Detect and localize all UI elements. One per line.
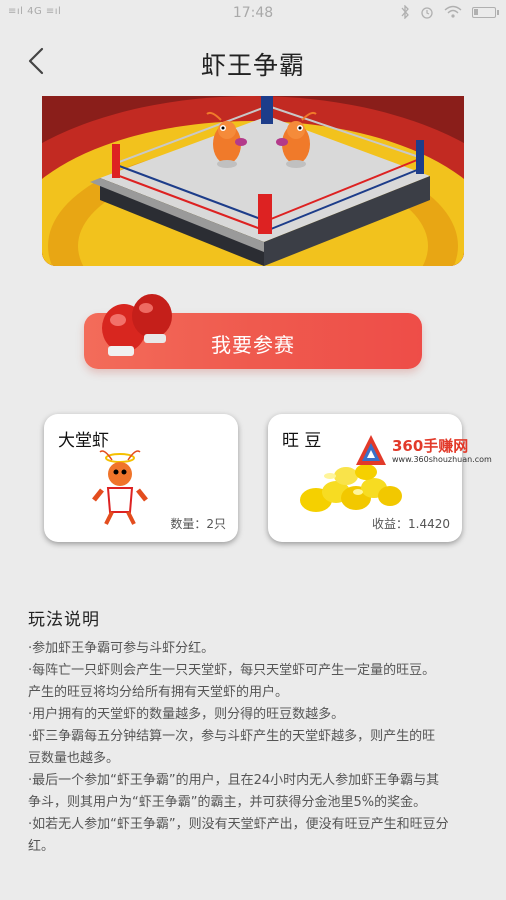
rules-line: ·虾三争霸每五分钟结算一次，参与斗虾产生的天堂虾越多，则产生的旺 (28, 729, 436, 744)
watermark-url: www.360shouzhuan.com (392, 455, 492, 464)
rules-line: ·最后一个参加“虾王争霸”的用户，且在24小时内无人参加虾王争霸与其 (28, 773, 440, 788)
watermark-title: 360手赚网 (392, 437, 469, 455)
rules-line: 红。 (28, 839, 55, 854)
rules-line: ·用户拥有的天堂虾的数量越多，则分得的旺豆数越多。 (28, 707, 345, 722)
heaven-shrimp-icon (92, 450, 148, 525)
alarm-icon (421, 7, 433, 19)
wang-beans-earnings: 收益：1.4420 (372, 517, 450, 531)
status-bar: ≡ıl 4G ≡ıl 17:48 (0, 0, 506, 28)
rules-title: 玩法说明 (28, 610, 100, 630)
rules-line: 争斗，则其用户为“虾王争霸”的霸主，并可获得分金池里5%的奖金。 (28, 795, 427, 810)
rules-line: 产生的旺豆将均分给所有拥有天堂虾的用户。 (28, 685, 289, 700)
wang-beans-title: 旺 豆 (282, 431, 322, 451)
page-title: 虾王争霸 (200, 51, 305, 80)
boxing-ring-banner (42, 96, 464, 266)
heaven-shrimp-count: 数量：2只 (170, 517, 226, 531)
status-icons (400, 5, 499, 19)
wifi-icon (444, 5, 462, 18)
rules-section: 玩法说明 ·参加虾王争霸可参与斗虾分红。 ·每阵亡一只虾则会产生一只天堂虾，每只… (28, 605, 488, 858)
watermark-logo-icon (356, 435, 386, 465)
boxing-glove-icon (102, 294, 172, 356)
rules-line: 豆数量也越多。 (28, 751, 120, 766)
heaven-shrimp-card[interactable]: 大堂虾 数量：2只 (44, 414, 238, 542)
app-header: 虾王争霸 (0, 36, 506, 88)
bluetooth-icon (401, 5, 409, 19)
rules-line: ·参加虾王争霸可参与斗虾分红。 (28, 641, 215, 656)
rules-line: ·每阵亡一只虾则会产生一只天堂虾，每只天堂虾可产生一定量的旺豆。 (28, 663, 436, 678)
heaven-shrimp-title: 大堂虾 (58, 431, 109, 451)
boxing-ring-illustration (42, 96, 464, 266)
battery-icon (472, 6, 499, 18)
rules-line: ·如若无人参加“虾王争霸”，则没有天堂虾产出，便没有旺豆产生和旺豆分 (28, 817, 449, 832)
page: ≡ıl 4G ≡ıl 17:48 虾王争霸 我要参赛 大堂虾 数量：2只 旺 豆… (0, 0, 506, 900)
site-watermark: 360手赚网 www.360shouzhuan.com (354, 433, 504, 471)
